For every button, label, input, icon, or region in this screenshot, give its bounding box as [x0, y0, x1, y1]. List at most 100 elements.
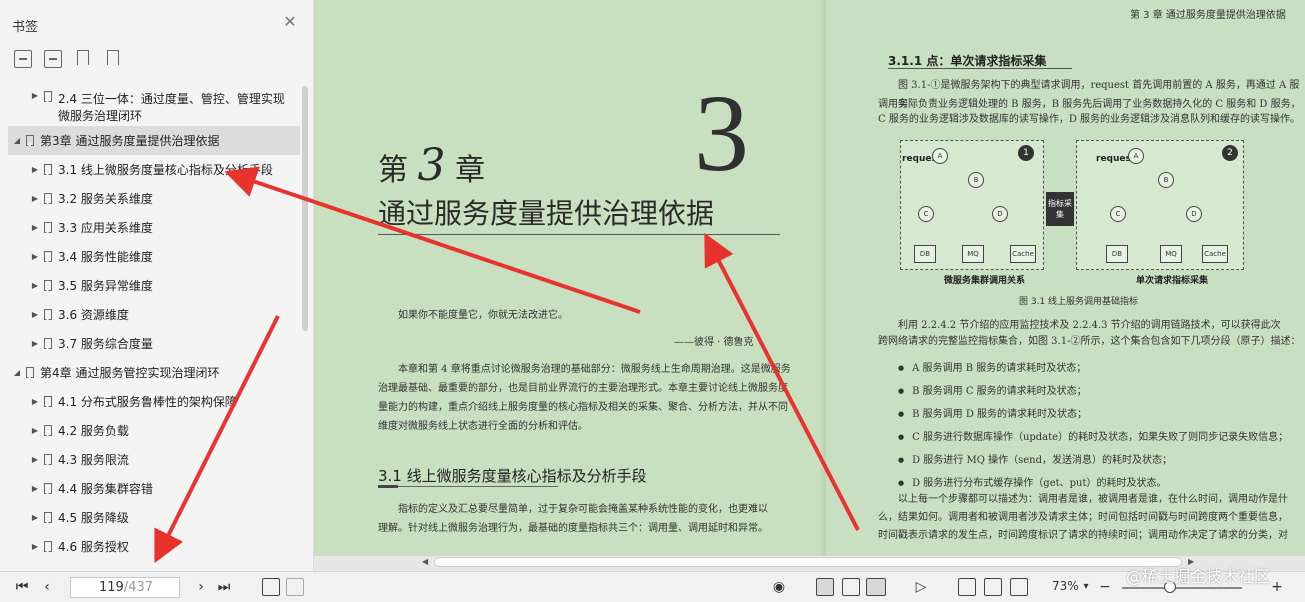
- bullet-item: C 服务进行数据库操作（update）的耗时及状态，如果失败了则同步记录失败信息…: [898, 428, 1288, 443]
- last-page-icon[interactable]: ⏭: [216, 578, 232, 596]
- expand-all-icon[interactable]: [14, 50, 32, 68]
- toc-item[interactable]: ▶ 4.5 服务降级: [8, 503, 300, 532]
- chapter-suffix: 章: [455, 153, 486, 188]
- next-page-icon[interactable]: ›: [194, 578, 208, 596]
- section-line: 指标的定义及汇总要尽量简单，过于复杂可能会掩盖某种系统性能的变化，也更难以: [398, 504, 768, 515]
- body-line: C 服务的业务逻辑涉及数据库的读写操作，D 服务的业务逻辑涉及消息队列和缓存的读…: [878, 114, 1301, 125]
- fit-width-icon[interactable]: [1010, 578, 1028, 596]
- chapter-prefix: 第: [378, 153, 408, 188]
- actual-size-icon[interactable]: [958, 578, 976, 596]
- toc-item-label: 3.2 服务关系维度: [58, 192, 153, 206]
- zoom-slider[interactable]: [1122, 587, 1242, 589]
- bullet-item: D 服务进行 MQ 操作（send，发送消息）的耗时及状态；: [898, 451, 1172, 466]
- expand-arrow-icon[interactable]: ▶: [30, 165, 40, 174]
- sidebar-toolbar: [14, 50, 122, 68]
- mq-store: MQ: [962, 245, 984, 263]
- section-heading: 3.1 线上微服务度量核心指标及分析手段: [378, 467, 647, 485]
- service-node: C: [918, 206, 934, 222]
- zoom-level[interactable]: 73%: [1052, 579, 1079, 593]
- zoom-in-icon[interactable]: +: [1270, 578, 1284, 596]
- toc-item[interactable]: ▶ 4.1 分布式服务鲁棒性的架构保障: [8, 387, 300, 416]
- continuous-page-icon[interactable]: [842, 578, 860, 596]
- body-line: 么，结果如何。调用者和被调用者涉及请求主体；时间包括时间戳与时间跨度两个重要信息…: [878, 512, 1288, 523]
- collapse-arrow-icon[interactable]: ◢: [12, 368, 22, 377]
- toc-item[interactable]: ▶ 3.6 资源维度: [8, 300, 300, 329]
- service-node: D: [1186, 206, 1202, 222]
- expand-arrow-icon[interactable]: ▶: [30, 484, 40, 493]
- mq-store: MQ: [1160, 245, 1182, 263]
- figure-label-left: 微服务集群调用关系: [944, 276, 1026, 286]
- expand-arrow-icon[interactable]: ▶: [30, 91, 40, 100]
- add-bookmark-icon[interactable]: [74, 50, 92, 68]
- eye-protection-icon[interactable]: ◉: [770, 578, 788, 596]
- expand-arrow-icon[interactable]: ▶: [30, 223, 40, 232]
- toc-item[interactable]: ▶ 2.4 三位一体：通过度量、管控、管理实现微服务治理闭环: [8, 86, 300, 126]
- service-node: A: [932, 148, 948, 164]
- close-icon[interactable]: ✕: [282, 14, 298, 30]
- toc-item-label: 4.2 服务负载: [58, 424, 129, 438]
- service-node: B: [1158, 172, 1174, 188]
- cache-store: Cache: [1010, 245, 1036, 263]
- prev-page-icon[interactable]: ‹: [40, 578, 54, 596]
- section-rule: [398, 486, 558, 487]
- bullet-item: A 服务调用 B 服务的请求耗时及状态；: [898, 359, 1086, 374]
- expand-arrow-icon[interactable]: ▶: [30, 426, 40, 435]
- collapse-all-icon[interactable]: [44, 50, 62, 68]
- toc-item[interactable]: ▶ 3.4 服务性能维度: [8, 242, 300, 271]
- bookmark-icon: [44, 164, 52, 175]
- expand-arrow-icon[interactable]: ▶: [30, 310, 40, 319]
- chapter-small-num: 3: [417, 140, 446, 191]
- toc-item[interactable]: ◢ 第4章 通过服务管控实现治理闭环: [8, 358, 300, 387]
- intro-line: 维度对微服务线上状态进行全面的分析和评估。: [378, 421, 588, 432]
- toc-item[interactable]: ▶ 3.1 线上微服务度量核心指标及分析手段: [8, 155, 300, 184]
- expand-arrow-icon[interactable]: ▶: [30, 281, 40, 290]
- toc-item-label: 3.1 线上微服务度量核心指标及分析手段: [58, 163, 273, 177]
- play-icon[interactable]: ▷: [912, 578, 930, 596]
- toc-item[interactable]: ▶ 3.3 应用关系维度: [8, 213, 300, 242]
- expand-arrow-icon[interactable]: ▶: [30, 339, 40, 348]
- toc-item-selected[interactable]: ◢ 第3章 通过服务度量提供治理依据: [8, 126, 300, 155]
- section-bar: [378, 485, 398, 488]
- toc-item[interactable]: ▶ 3.2 服务关系维度: [8, 184, 300, 213]
- zoom-dropdown-icon[interactable]: ▾: [1080, 578, 1092, 596]
- toc-item[interactable]: ▶ 4.3 服务限流: [8, 445, 300, 474]
- collapse-arrow-icon[interactable]: ◢: [12, 136, 22, 145]
- left-page: 第 3 章 3 通过服务度量提供治理依据 如果你不能度量它，你就无法改进它。 —…: [314, 0, 826, 556]
- bookmark-icon: [44, 280, 52, 291]
- back-icon[interactable]: [262, 578, 280, 596]
- fit-page-icon[interactable]: [984, 578, 1002, 596]
- sidebar-scrollbar[interactable]: [302, 86, 308, 331]
- bookmark-icon: [26, 135, 34, 146]
- toc-item[interactable]: ▶ 4.4 服务集群容错: [8, 474, 300, 503]
- bookmark-icon[interactable]: [104, 50, 122, 68]
- expand-arrow-icon[interactable]: ▶: [30, 542, 40, 551]
- document-view[interactable]: 第 3 章 3 通过服务度量提供治理依据 如果你不能度量它，你就无法改进它。 —…: [314, 0, 1305, 571]
- bookmark-icon: [44, 251, 52, 262]
- toc-item-label: 4.6 服务授权: [58, 540, 129, 554]
- toc-item[interactable]: ▶ 3.5 服务异常维度: [8, 271, 300, 300]
- toc-item[interactable]: ▶ 4.2 服务负载: [8, 416, 300, 445]
- expand-arrow-icon[interactable]: ▶: [30, 194, 40, 203]
- pdf-reader-app: 书签 ✕ ▶ 2.4 三位一体：通过度量、管控、管理实现微服务治理闭环 ◢ 第3…: [0, 0, 1305, 602]
- scroll-left-icon[interactable]: ◀: [422, 557, 428, 566]
- subsection-rule: [888, 68, 1072, 69]
- expand-arrow-icon[interactable]: ▶: [30, 397, 40, 406]
- bullet-item: B 服务调用 C 服务的请求耗时及状态；: [898, 382, 1087, 397]
- toc-item[interactable]: ▶ 4.6 服务授权: [8, 532, 300, 561]
- horizontal-scrollbar[interactable]: [434, 557, 1182, 567]
- expand-arrow-icon[interactable]: ▶: [30, 513, 40, 522]
- expand-arrow-icon[interactable]: ▶: [30, 455, 40, 464]
- forward-icon[interactable]: [286, 578, 304, 596]
- toc-item-label: 第4章 通过服务管控实现治理闭环: [40, 366, 220, 380]
- service-node: B: [968, 172, 984, 188]
- expand-arrow-icon[interactable]: ▶: [30, 252, 40, 261]
- toc-item-label: 3.5 服务异常维度: [58, 279, 153, 293]
- first-page-icon[interactable]: ⏮: [14, 578, 30, 596]
- single-page-icon[interactable]: [816, 578, 834, 596]
- chapter-big-number: 3: [694, 72, 749, 194]
- zoom-out-icon[interactable]: −: [1098, 578, 1112, 596]
- title-rule: [378, 234, 780, 235]
- page-number-field[interactable]: 119/437: [70, 577, 180, 598]
- two-page-icon[interactable]: [866, 578, 886, 596]
- toc-item[interactable]: ▶ 3.7 服务综合度量: [8, 329, 300, 358]
